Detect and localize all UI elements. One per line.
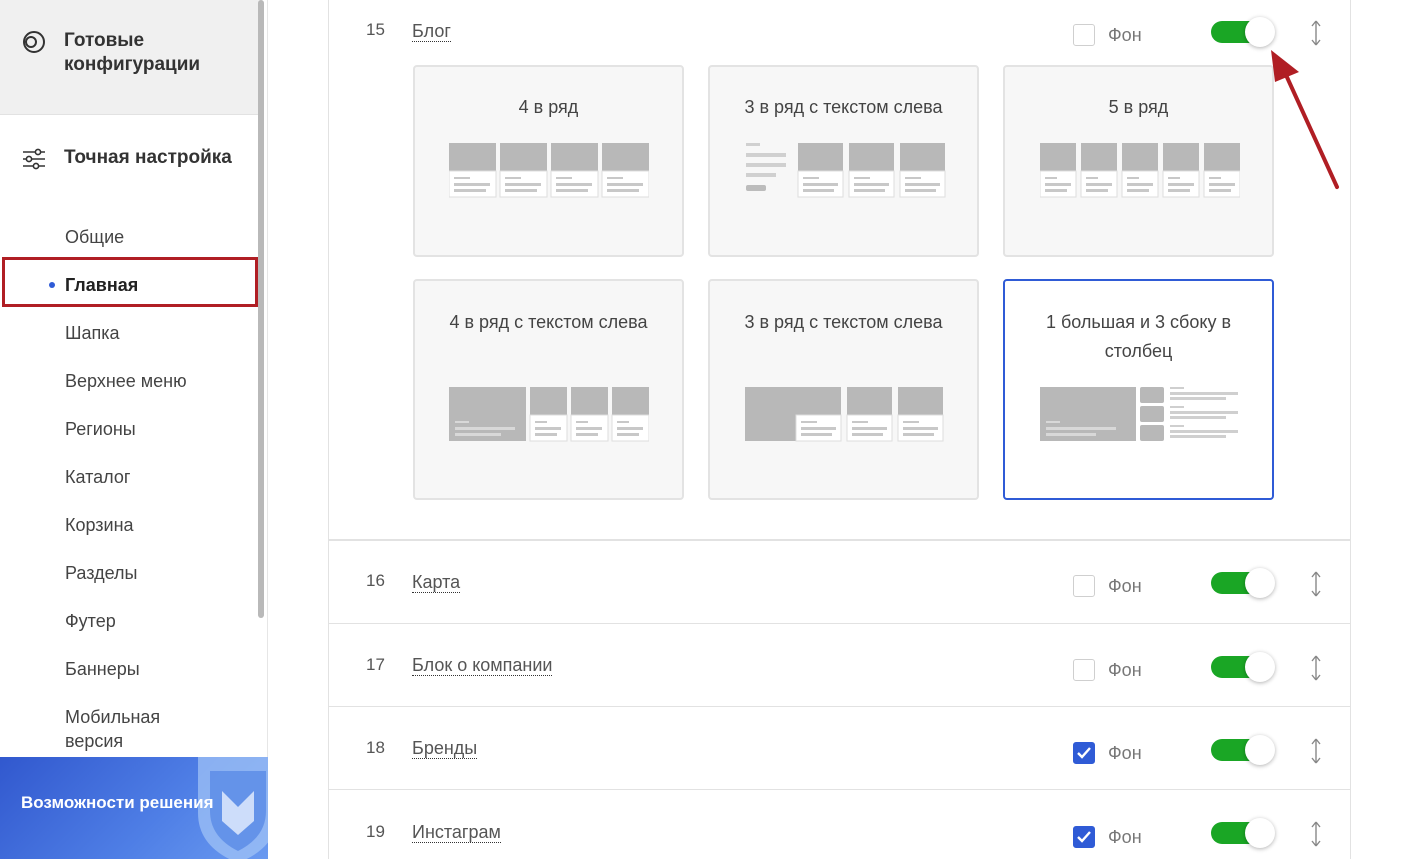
block-toggle[interactable] [1211, 568, 1275, 598]
block-toggle[interactable] [1211, 17, 1275, 47]
layout-preview-icon [449, 387, 649, 442]
toggle-knob [1245, 652, 1275, 682]
toggle-knob [1245, 568, 1275, 598]
block-toggle[interactable] [1211, 652, 1275, 682]
block-row-brands: 18 Бренды Фон [328, 706, 1351, 790]
promo-banner[interactable]: Возможности решения [0, 757, 268, 859]
background-label: Фон [1108, 826, 1142, 847]
sidebar-item-cart[interactable]: Корзина [65, 513, 134, 537]
layout-option-1-big-3-side[interactable]: 1 большая и 3 сбоку в столбец [1003, 279, 1274, 500]
layout-preview-icon [1040, 143, 1240, 198]
background-option[interactable]: Фон [1073, 24, 1142, 46]
layout-option-label: 5 в ряд [1108, 97, 1169, 117]
sort-handle-icon[interactable] [1311, 571, 1321, 597]
sort-handle-icon[interactable] [1311, 821, 1321, 847]
presets-icon [23, 31, 45, 53]
toggle-knob [1245, 17, 1275, 47]
sort-handle-icon[interactable] [1311, 655, 1321, 681]
layout-preview-icon [449, 143, 649, 198]
annotation-arrow-icon [1271, 50, 1339, 189]
layout-option-5-row[interactable]: 5 в ряд [1003, 65, 1274, 257]
background-option[interactable]: Фон [1073, 575, 1142, 597]
background-checkbox[interactable] [1073, 575, 1095, 597]
background-option[interactable]: Фон [1073, 826, 1142, 848]
sidebar: Готовые конфигурации Точная настройка Об… [0, 0, 268, 859]
layout-preview-icon [746, 143, 946, 198]
block-number: 17 [366, 655, 385, 674]
background-label: Фон [1108, 742, 1142, 763]
layout-option-label: 1 большая и 3 сбоку в столбец [1045, 312, 1232, 361]
active-item-dot [49, 282, 55, 288]
layout-option-3-row-text-left[interactable]: 3 в ряд с текстом слева [708, 65, 979, 257]
layout-preview-icon [1040, 387, 1238, 441]
background-label: Фон [1108, 659, 1142, 680]
block-number: 15 [366, 20, 385, 39]
block-number: 16 [366, 571, 385, 590]
presets-section[interactable]: Готовые конфигурации [0, 0, 260, 115]
sidebar-item-general[interactable]: Общие [65, 225, 124, 249]
sidebar-item-sections[interactable]: Разделы [65, 561, 137, 585]
background-checkbox[interactable] [1073, 24, 1095, 46]
checkmark-icon [1077, 831, 1091, 843]
presets-title: Готовые конфигурации [64, 30, 201, 75]
block-row-instagram: 19 Инстаграм Фон [328, 789, 1351, 859]
sort-handle-icon[interactable] [1311, 20, 1321, 46]
block-title-instagram[interactable]: Инстаграм [412, 822, 501, 843]
layout-option-3-row-text-left-big[interactable]: 3 в ряд с текстом слева [708, 279, 979, 500]
sidebar-item-main[interactable]: Главная [65, 273, 138, 297]
promo-text: Возможности решения [21, 793, 214, 812]
layout-option-label: 4 в ряд [518, 97, 579, 117]
background-checkbox-checked[interactable] [1073, 826, 1095, 848]
sidebar-item-regions[interactable]: Регионы [65, 417, 136, 441]
presets-header[interactable]: Готовые конфигурации [22, 29, 234, 77]
block-number: 19 [366, 822, 385, 841]
block-row-about-company: 17 Блок о компании Фон [328, 623, 1351, 707]
sliders-icon [23, 148, 45, 170]
layout-preview-icon [745, 387, 944, 442]
sidebar-item-catalog[interactable]: Каталог [65, 465, 130, 489]
block-title-map[interactable]: Карта [412, 572, 461, 593]
sidebar-item-banners[interactable]: Баннеры [65, 657, 140, 681]
block-title-brands[interactable]: Бренды [412, 738, 478, 759]
fine-tune-title: Точная настройка [64, 147, 232, 168]
background-label: Фон [1108, 575, 1142, 596]
toggle-knob [1245, 735, 1275, 765]
layout-option-4-row-text-left[interactable]: 4 в ряд с текстом слева [413, 279, 684, 500]
background-checkbox[interactable] [1073, 659, 1095, 681]
sidebar-scrollbar[interactable] [258, 0, 264, 618]
sidebar-item-top-menu[interactable]: Верхнее меню [65, 369, 187, 393]
checkmark-icon [1077, 747, 1091, 759]
block-title-about-company[interactable]: Блок о компании [412, 655, 553, 676]
fine-tune-header[interactable]: Точная настройка [22, 146, 234, 171]
sidebar-item-mobile[interactable]: Мобильная версия [65, 705, 205, 753]
layout-option-label: 3 в ряд с текстом слева [744, 97, 943, 117]
background-option[interactable]: Фон [1073, 659, 1142, 681]
background-label: Фон [1108, 24, 1142, 45]
sidebar-item-footer[interactable]: Футер [65, 609, 116, 633]
toggle-knob [1245, 818, 1275, 848]
block-number: 18 [366, 738, 385, 757]
layout-option-label: 4 в ряд с текстом слева [449, 312, 648, 332]
sort-handle-icon[interactable] [1311, 738, 1321, 764]
background-checkbox-checked[interactable] [1073, 742, 1095, 764]
layout-option-4-row[interactable]: 4 в ряд [413, 65, 684, 257]
layout-option-label: 3 в ряд с текстом слева [744, 312, 943, 332]
block-toggle[interactable] [1211, 818, 1275, 848]
block-row-map: 16 Карта Фон [328, 540, 1351, 624]
block-toggle[interactable] [1211, 735, 1275, 765]
sidebar-item-header[interactable]: Шапка [65, 321, 120, 345]
background-option[interactable]: Фон [1073, 742, 1142, 764]
block-title-blog[interactable]: Блог [412, 21, 451, 42]
